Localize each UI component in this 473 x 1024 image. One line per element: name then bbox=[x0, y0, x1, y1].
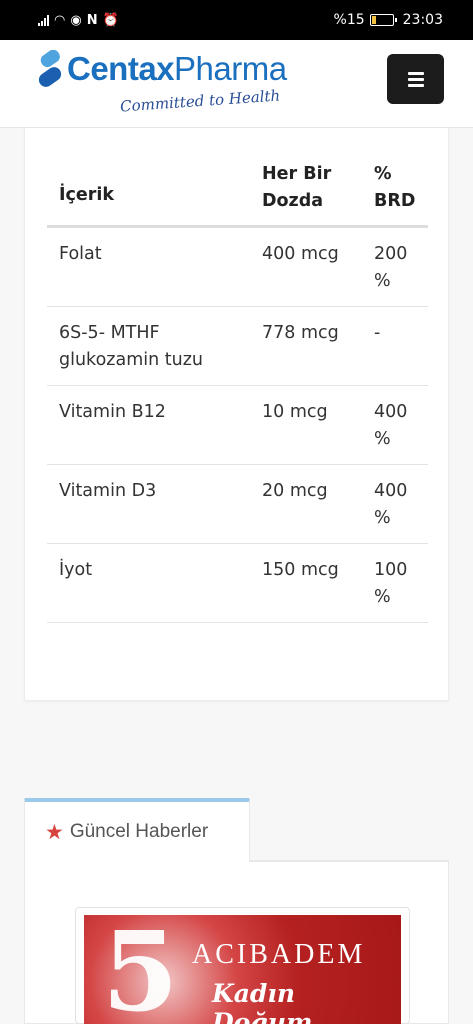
hamburger-menu-button[interactable] bbox=[387, 54, 444, 104]
header-dose-line1: Her Bir bbox=[262, 164, 332, 184]
site-header: CentaxPharma Committed to Health bbox=[0, 40, 473, 128]
row-ingredient: 6S-5- MTHF bbox=[59, 323, 160, 343]
header-ingredient: İçerik bbox=[59, 185, 115, 205]
ingredients-card: İçerik Her Bir Dozda % BRD Folat 400 mcg 2… bbox=[24, 128, 449, 701]
banner-subtitle: Kadın Doğum bbox=[212, 979, 313, 1024]
table-row: İyot 150 mcg 100 % bbox=[47, 544, 428, 623]
row-dose: 150 mcg bbox=[262, 560, 339, 580]
table-header: İçerik Her Bir Dozda % BRD bbox=[47, 161, 428, 228]
header-rda: % BRD bbox=[364, 161, 428, 225]
clock: 23:03 bbox=[402, 12, 443, 28]
row-ingredient: Vitamin B12 bbox=[59, 402, 166, 422]
row-rda: 100 % bbox=[374, 560, 408, 607]
header-rda-line2: BRD bbox=[374, 191, 416, 211]
battery-percent: %15 bbox=[333, 12, 365, 28]
row-ingredient: İyot bbox=[59, 560, 93, 580]
row-dose: 10 mcg bbox=[262, 402, 328, 422]
row-ingredient: Folat bbox=[59, 244, 102, 264]
row-rda: 400 % bbox=[374, 481, 408, 528]
header-rda-line1: % bbox=[374, 164, 392, 184]
ingredients-table: İçerik Her Bir Dozda % BRD Folat 400 mcg 2… bbox=[47, 161, 428, 623]
battery-icon bbox=[369, 14, 397, 26]
news-item-card[interactable]: 5 ACIBADEM Kadın Doğum bbox=[75, 907, 410, 1024]
table-row: 6S-5- MTHF glukozamin tuzu 778 mcg - bbox=[47, 307, 428, 386]
row-rda: 200 % bbox=[374, 244, 408, 291]
table-row: Vitamin D3 20 mcg 400 % bbox=[47, 465, 428, 544]
header-dose: Her Bir Dozda bbox=[251, 161, 364, 225]
logo-name-light: Pharma bbox=[174, 50, 287, 87]
star-icon: ★ bbox=[45, 819, 64, 844]
tab-current-news-label: Güncel Haberler bbox=[69, 821, 209, 842]
logo-tagline: Committed to Health bbox=[119, 86, 281, 116]
news-item-image[interactable]: 5 ACIBADEM Kadın Doğum bbox=[84, 915, 401, 1024]
nfc-icon: N bbox=[86, 12, 98, 28]
status-bar: ◠ ◉ N ⏰ %15 23:03 bbox=[0, 0, 473, 40]
banner-number: 5 bbox=[102, 915, 179, 1024]
row-ingredient-line2: glukozamin tuzu bbox=[59, 350, 203, 370]
hamburger-menu-icon bbox=[407, 71, 424, 75]
tab-current-news[interactable]: ★ Güncel Haberler bbox=[24, 798, 250, 862]
eye-comfort-icon: ◉ bbox=[70, 12, 82, 28]
row-dose: 778 mcg bbox=[262, 323, 339, 343]
signal-icon bbox=[38, 14, 49, 26]
row-rda: - bbox=[374, 323, 381, 343]
table-row: Folat 400 mcg 200 % bbox=[47, 228, 428, 307]
row-ingredient: Vitamin D3 bbox=[59, 481, 157, 501]
status-icons-left: ◠ ◉ N ⏰ bbox=[38, 14, 119, 27]
alarm-icon: ⏰ bbox=[102, 12, 119, 28]
row-dose: 400 mcg bbox=[262, 244, 339, 264]
row-dose: 20 mcg bbox=[262, 481, 328, 501]
banner-brand: ACIBADEM bbox=[192, 939, 366, 970]
table-row: Vitamin B12 10 mcg 400 % bbox=[47, 386, 428, 465]
logo-mark-icon bbox=[38, 50, 62, 87]
status-icons-right: %15 23:03 bbox=[334, 12, 443, 28]
row-rda: 400 % bbox=[374, 402, 408, 449]
wifi-icon: ◠ bbox=[54, 12, 66, 28]
logo-wordmark: CentaxPharma bbox=[67, 50, 287, 88]
logo-name-bold: Centax bbox=[67, 50, 175, 87]
site-logo[interactable]: CentaxPharma Committed to Health bbox=[36, 48, 287, 122]
header-dose-line2: Dozda bbox=[262, 191, 324, 211]
